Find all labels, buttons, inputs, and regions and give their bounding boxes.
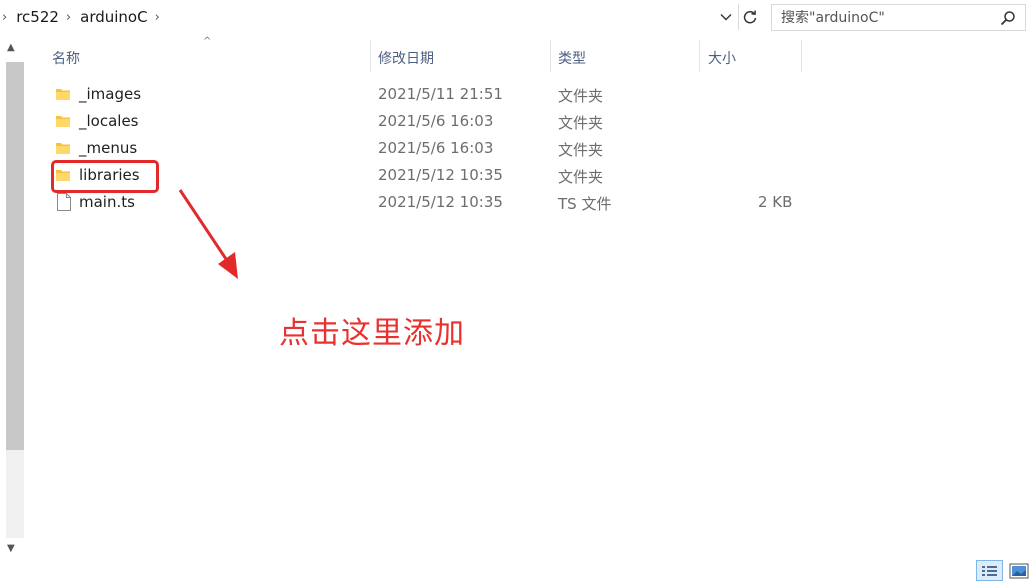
search-icon[interactable]: [1000, 10, 1016, 26]
refresh-button[interactable]: [738, 4, 760, 30]
scroll-down-arrow-icon[interactable]: ▼: [7, 543, 15, 554]
file-type: 文件夹: [558, 168, 604, 186]
details-view-button[interactable]: [976, 560, 1003, 581]
file-modified: 2021/5/6 16:03: [378, 139, 494, 157]
column-divider[interactable]: [699, 40, 700, 72]
vertical-scrollbar[interactable]: ▲ ▼: [0, 40, 24, 562]
address-history-dropdown[interactable]: [716, 7, 736, 27]
file-row[interactable]: _locales 2021/5/6 16:03 文件夹: [48, 108, 802, 135]
file-modified: 2021/5/11 21:51: [378, 85, 503, 103]
address-bar[interactable]: › rc522 › arduinoC ›: [0, 0, 763, 34]
column-divider[interactable]: [801, 40, 802, 72]
file-row[interactable]: main.ts 2021/5/12 10:35 TS 文件 2 KB: [48, 189, 802, 216]
file-name: _menus: [79, 139, 138, 157]
search-box[interactable]: [771, 4, 1026, 31]
folder-icon: [56, 116, 70, 127]
picture-view-icon: [1009, 563, 1029, 579]
file-row[interactable]: libraries 2021/5/12 10:35 文件夹: [48, 162, 802, 189]
column-divider[interactable]: [550, 40, 551, 72]
column-header-type[interactable]: 类型: [558, 48, 586, 68]
folder-icon: [56, 143, 70, 154]
scroll-up-arrow-icon[interactable]: ▲: [7, 42, 15, 53]
file-type: TS 文件: [558, 195, 612, 213]
sort-ascending-icon: ^: [203, 36, 212, 47]
chevron-right-icon[interactable]: ›: [0, 10, 11, 25]
column-header-size[interactable]: 大小: [708, 48, 736, 68]
file-modified: 2021/5/6 16:03: [378, 112, 494, 130]
annotation-text: 点击这里添加: [279, 316, 465, 351]
breadcrumb-item-arduinoc[interactable]: arduinoC: [75, 8, 152, 26]
refresh-icon: [743, 10, 756, 24]
chevron-right-icon[interactable]: ›: [153, 10, 164, 25]
file-size: 2 KB: [758, 193, 793, 211]
file-name: main.ts: [79, 193, 135, 211]
column-headers: ^ 名称 修改日期 类型 大小: [40, 36, 802, 72]
column-header-name[interactable]: 名称: [52, 48, 80, 68]
annotation-arrow-icon: [178, 189, 238, 279]
file-row[interactable]: _menus 2021/5/6 16:03 文件夹: [48, 135, 802, 162]
chevron-down-icon: [720, 14, 732, 21]
highlight-box: [51, 160, 159, 193]
file-row[interactable]: _images 2021/5/11 21:51 文件夹: [48, 81, 802, 108]
search-input[interactable]: [781, 9, 991, 26]
breadcrumb-item-rc522[interactable]: rc522: [11, 8, 64, 26]
chevron-right-icon[interactable]: ›: [64, 10, 75, 25]
folder-icon: [56, 89, 70, 100]
file-type: 文件夹: [558, 114, 604, 132]
column-divider[interactable]: [370, 40, 371, 72]
large-icons-view-button[interactable]: [1006, 560, 1033, 581]
file-type: 文件夹: [558, 141, 604, 159]
file-name: _images: [79, 85, 142, 103]
file-name: _locales: [79, 112, 139, 130]
document-icon: [57, 193, 71, 211]
details-view-icon: [982, 566, 997, 576]
column-header-modified[interactable]: 修改日期: [378, 48, 434, 68]
scroll-thumb[interactable]: [6, 62, 24, 450]
file-modified: 2021/5/12 10:35: [378, 193, 503, 211]
file-modified: 2021/5/12 10:35: [378, 166, 503, 184]
file-type: 文件夹: [558, 87, 604, 105]
